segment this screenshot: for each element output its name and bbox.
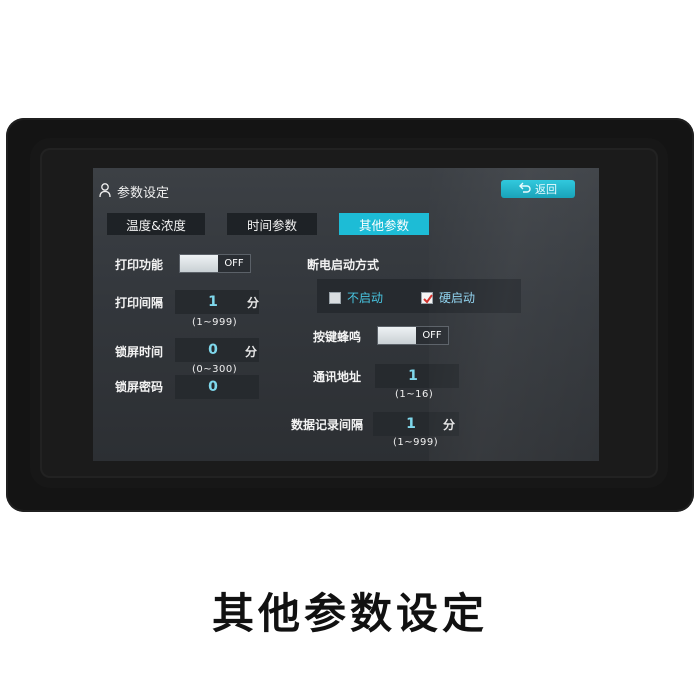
caption: 其他参数设定 bbox=[211, 589, 488, 638]
comm-address-range: (1~16) bbox=[395, 389, 434, 400]
tab-label: 时间参数 bbox=[246, 217, 297, 233]
lock-time-range: (0~300) bbox=[192, 364, 238, 375]
key-beep-label: 按键蜂鸣 bbox=[313, 330, 362, 344]
data-record-interval-value: 1 bbox=[406, 416, 416, 432]
power-on-mode-label: 断电启动方式 bbox=[307, 258, 380, 272]
lock-password-value: 0 bbox=[208, 379, 218, 395]
hard-start-label: 硬启动 bbox=[439, 291, 476, 305]
back-button[interactable]: 返回 bbox=[501, 180, 575, 198]
key-beep-toggle[interactable]: OFF bbox=[377, 326, 449, 345]
hard-start-checkbox[interactable] bbox=[421, 291, 433, 304]
toggle-knob bbox=[180, 255, 218, 272]
comm-address-field[interactable]: 1 bbox=[375, 364, 459, 388]
user-icon bbox=[99, 182, 113, 198]
toggle-state: OFF bbox=[218, 255, 250, 272]
no-start-label: 不启动 bbox=[347, 291, 384, 305]
print-interval-unit: 分 bbox=[247, 296, 260, 310]
tab-label: 其他参数 bbox=[358, 217, 409, 233]
tab-label: 温度&浓度 bbox=[126, 217, 186, 233]
no-start-checkbox[interactable] bbox=[329, 291, 341, 304]
toggle-state: OFF bbox=[416, 327, 448, 344]
lock-time-label: 锁屏时间 bbox=[115, 345, 164, 359]
data-record-interval-range: (1~999) bbox=[393, 437, 439, 448]
print-function-toggle[interactable]: OFF bbox=[179, 254, 251, 273]
page-title: 参数设定 bbox=[117, 186, 170, 201]
touch-screen: 参数设定 返回 温度&浓度 时间参数 其他参数 打印功能 OFF 打印间隔 1 … bbox=[93, 168, 599, 461]
option-no-start[interactable]: 不启动 bbox=[329, 289, 383, 306]
tab-other-params[interactable]: 其他参数 bbox=[339, 213, 429, 235]
lock-time-value: 0 bbox=[208, 342, 218, 358]
comm-address-label: 通讯地址 bbox=[313, 370, 362, 384]
tab-temperature-concentration[interactable]: 温度&浓度 bbox=[107, 213, 205, 235]
print-interval-value: 1 bbox=[208, 294, 218, 310]
data-record-interval-label: 数据记录间隔 bbox=[291, 418, 364, 432]
data-record-interval-unit: 分 bbox=[443, 418, 456, 432]
tab-time-params[interactable]: 时间参数 bbox=[227, 213, 317, 235]
print-interval-range: (1~999) bbox=[192, 317, 238, 328]
print-function-label: 打印功能 bbox=[115, 258, 164, 272]
lock-time-unit: 分 bbox=[245, 345, 258, 359]
comm-address-value: 1 bbox=[408, 368, 418, 384]
print-interval-label: 打印间隔 bbox=[115, 296, 164, 310]
lock-password-field[interactable]: 0 bbox=[175, 375, 259, 399]
option-hard-start[interactable]: 硬启动 bbox=[421, 289, 475, 306]
back-label: 返回 bbox=[535, 183, 557, 196]
back-arrow-icon bbox=[519, 182, 531, 196]
toggle-knob bbox=[378, 327, 416, 344]
lock-password-label: 锁屏密码 bbox=[115, 380, 164, 394]
